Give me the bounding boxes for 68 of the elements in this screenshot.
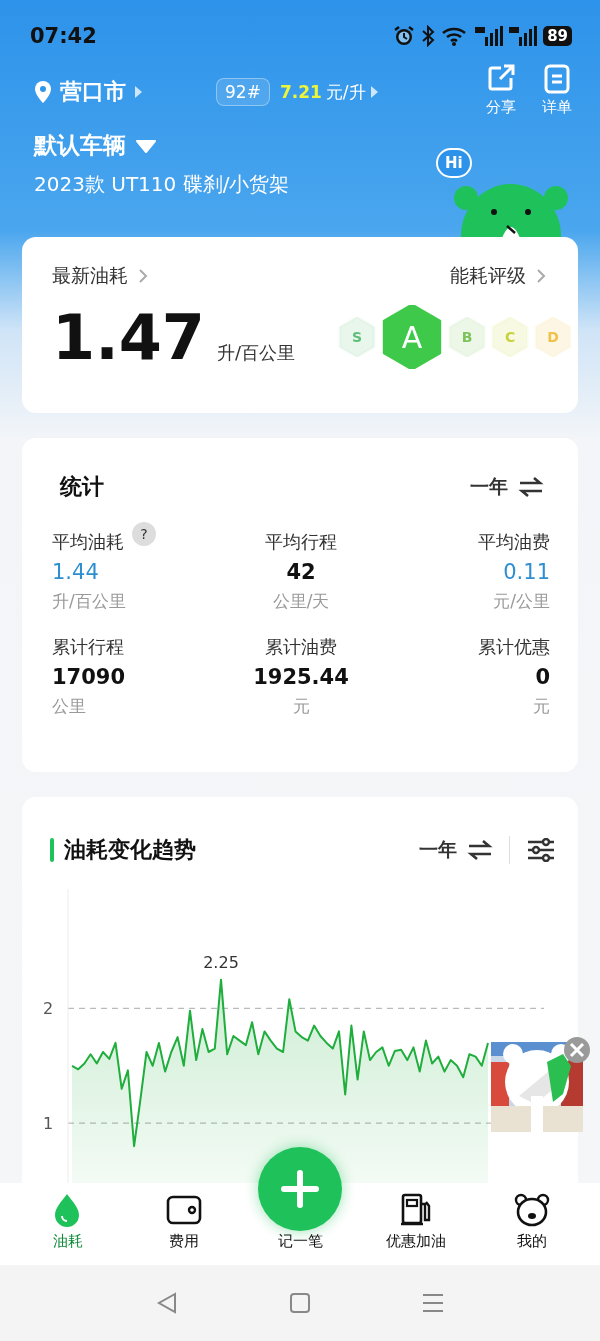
- location-pin-icon: [34, 80, 52, 104]
- nav-tab[interactable]: 油耗: [23, 1192, 113, 1265]
- nav-tab[interactable]: 优惠加油: [371, 1192, 461, 1265]
- stat-value: 0.11: [503, 560, 550, 584]
- grade-hexagon: S: [337, 317, 378, 357]
- stat-unit: 元: [533, 695, 550, 718]
- latest-link[interactable]: 最新油耗: [52, 263, 148, 289]
- price-value: 7.21: [279, 82, 322, 102]
- period-selector[interactable]: 一年: [419, 837, 493, 863]
- stat-unit: 元: [292, 695, 310, 718]
- stat-label: 平均油耗: [52, 530, 124, 554]
- section-title: 统计: [60, 473, 104, 501]
- stat-label: 平均行程: [265, 530, 337, 554]
- grade-hexagon: B: [447, 317, 488, 357]
- rating-link[interactable]: 能耗评级: [450, 263, 546, 289]
- period-selector[interactable]: 一年: [470, 474, 544, 500]
- battery-level: 89: [543, 26, 572, 46]
- caret-icon: [134, 85, 143, 99]
- stat-value: 17090: [52, 665, 126, 689]
- nav-tab[interactable]: 我的: [487, 1192, 577, 1265]
- plus-icon: [280, 1169, 320, 1209]
- fuel-grade-badge: 92#: [216, 78, 270, 106]
- dropdown-icon: [136, 138, 156, 153]
- consumption-value: 1.47: [52, 307, 205, 369]
- home-icon[interactable]: [288, 1291, 312, 1315]
- alarm-icon: [393, 25, 416, 47]
- nav-tab[interactable]: 记一笔: [255, 1184, 345, 1265]
- stat-label: 累计油费: [265, 635, 337, 659]
- stat-value: 0: [535, 665, 550, 689]
- caret-icon: [369, 85, 379, 99]
- stat-value: 1.44: [52, 560, 99, 584]
- stat-value: 1925.44: [253, 665, 349, 689]
- stat-value: 42: [286, 560, 316, 584]
- add-record-button[interactable]: [258, 1147, 342, 1231]
- chevron-icon: [138, 268, 148, 284]
- stat-unit: 升/百公里: [52, 590, 126, 613]
- axis-tick-label: 1: [42, 1114, 54, 1134]
- status-time: 07:42: [30, 24, 97, 48]
- signal-icon: [509, 25, 538, 47]
- help-button[interactable]: ?: [132, 522, 156, 546]
- swap-icon: [518, 476, 544, 498]
- bluetooth-icon: [421, 25, 436, 47]
- menu-icon[interactable]: [421, 1291, 446, 1315]
- filter-icon[interactable]: [526, 838, 556, 862]
- bear-face-icon: [513, 1192, 551, 1228]
- price-unit: 元/升: [325, 80, 366, 104]
- list-icon: [543, 64, 571, 94]
- grade-hexagon: C: [490, 317, 531, 357]
- stat-label: 累计优惠: [478, 635, 550, 659]
- section-title: 油耗变化趋势: [64, 836, 196, 864]
- stat-unit: 元/公里: [493, 590, 550, 613]
- stat-label: 平均油费: [478, 530, 550, 554]
- stat-unit: 公里: [52, 695, 86, 718]
- stat-label: 累计行程: [52, 635, 124, 659]
- consumption-unit: 升/百公里: [217, 341, 296, 365]
- signal-icon: [475, 25, 504, 47]
- peak-value-label: 2.25: [203, 952, 239, 972]
- chevron-icon: [536, 268, 546, 284]
- axis-tick-label: 2: [42, 999, 54, 1019]
- title-accent-bar: [50, 838, 54, 862]
- speech-bubble: Hi: [436, 148, 472, 178]
- grade-hexagon: D: [533, 317, 574, 357]
- stat-unit: 公里/天: [272, 590, 330, 613]
- nav-tab[interactable]: 费用: [139, 1192, 229, 1265]
- swap-icon: [467, 839, 493, 861]
- share-icon: [487, 64, 515, 94]
- close-icon[interactable]: [563, 1036, 591, 1064]
- vehicle-model: 2023款 UT110 碟刹/小货架: [34, 171, 291, 198]
